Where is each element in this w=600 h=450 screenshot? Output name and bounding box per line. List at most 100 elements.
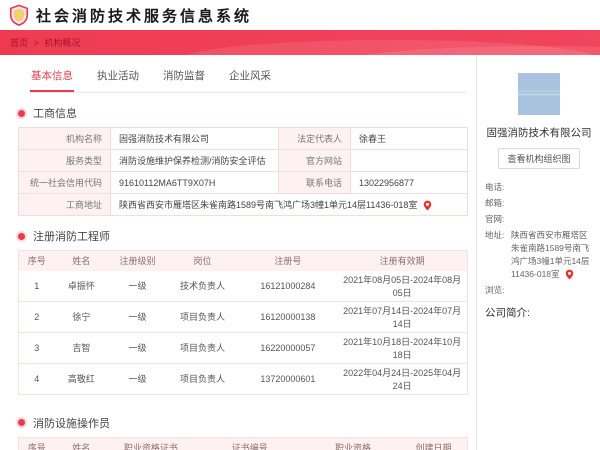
cell: 一级 — [108, 363, 167, 395]
table-row: 3 吉智 一级 项目负责人 16220000057 2021年10月18日-20… — [18, 332, 468, 364]
tab-fire-supervision[interactable]: 消防监督 — [162, 64, 206, 92]
table-row: 统一社会信用代码 91610112MA6TT9X07H 联系电话 1302295… — [18, 171, 468, 194]
cell: 项目负责人 — [166, 363, 239, 395]
tab-bar: 基本信息 执业活动 消防监督 企业风采 — [30, 55, 466, 93]
table-row: 4 高敬红 一级 项目负责人 13720000601 2022年04月24日-2… — [18, 363, 468, 395]
section-title-text: 注册消防工程师 — [33, 231, 110, 243]
info-row-email: 邮箱: — [485, 197, 593, 210]
column-header: 岗位 — [166, 250, 239, 271]
info-label: 地址: — [485, 230, 505, 240]
location-pin-icon[interactable] — [565, 269, 574, 280]
view-org-chart-button[interactable]: 查看机构组织图 — [498, 148, 580, 169]
info-label: 浏览: — [485, 285, 505, 295]
field-label: 服务类型 — [18, 149, 111, 172]
cell: 16121000284 — [238, 270, 338, 302]
section-bullet-icon — [18, 419, 25, 426]
cell: 13720000601 — [238, 363, 338, 395]
cell: 2021年10月18日-2024年10月18日 — [337, 332, 468, 364]
column-header: 注册有效期 — [337, 250, 468, 271]
operators-table: 序号 姓名 职业资格证书 证书编号 职业资格 创建日期 1 戴文强 四级/中级技… — [18, 436, 468, 450]
info-row-website: 官网: — [485, 213, 593, 226]
main-column: 基本信息 执业活动 消防监督 企业风采 工商信息 机构名称 固强消防技术有限公司… — [0, 55, 477, 450]
cell: 2021年07月14日-2024年07月14日 — [337, 301, 468, 333]
cell: 2 — [18, 301, 55, 333]
info-value — [511, 284, 593, 297]
cell: 卓振怀 — [54, 270, 109, 302]
cell: 1 — [18, 270, 55, 302]
column-header: 职业资格证书 — [108, 437, 194, 450]
breadcrumb-current: 机构概况 — [44, 38, 81, 48]
section-bullet-icon — [18, 232, 25, 240]
info-row-views: 浏览: — [485, 284, 593, 297]
table-row: 2 徐宁 一级 项目负责人 16120000138 2021年07月14日-20… — [18, 301, 468, 333]
business-info-table: 机构名称 固强消防技术有限公司 法定代表人 徐春王 服务类型 消防设施维护保养检… — [18, 127, 468, 216]
section-title-text: 工商信息 — [33, 108, 77, 120]
field-value: 13022956877 — [350, 171, 468, 194]
company-profile-label: 公司简介: — [485, 307, 530, 319]
tab-basic-info[interactable]: 基本信息 — [30, 64, 74, 92]
column-header: 序号 — [18, 437, 55, 450]
field-label: 机构名称 — [18, 127, 111, 150]
app-header: 社会消防技术服务信息系统 — [0, 0, 600, 30]
address-cell: 陕西省西安市雁塔区朱雀南路1589号南飞鸿广场3幢1单元14层11436-018… — [110, 193, 468, 216]
field-label: 法定代表人 — [278, 127, 351, 150]
location-pin-icon[interactable] — [423, 200, 432, 211]
cell: 4 — [18, 363, 55, 395]
info-value — [511, 181, 593, 194]
cell: 16220000057 — [238, 332, 338, 364]
cell: 一级 — [108, 301, 167, 333]
field-label: 统一社会信用代码 — [18, 171, 111, 194]
tab-company-showcase[interactable]: 企业风采 — [228, 64, 272, 92]
cell: 3 — [18, 332, 55, 364]
field-value: 91610112MA6TT9X07H — [110, 171, 279, 194]
info-value — [511, 213, 593, 226]
app-title: 社会消防技术服务信息系统 — [36, 7, 253, 25]
table-row: 服务类型 消防设施维护保养检测/消防安全评估 官方网站 — [18, 149, 468, 172]
field-label: 官方网站 — [278, 149, 351, 172]
column-header: 姓名 — [54, 250, 109, 271]
section-business-info: 工商信息 — [18, 105, 468, 121]
cell: 16120000138 — [238, 301, 338, 333]
cell: 一级 — [108, 332, 167, 364]
column-header: 姓名 — [54, 437, 109, 450]
engineers-table: 序号 姓名 注册级别 岗位 注册号 注册有效期 1 卓振怀 一级 技术负责人 1 — [18, 250, 468, 395]
info-row-phone: 电话: — [485, 181, 593, 194]
cell: 吉智 — [54, 332, 109, 364]
table-header-row: 序号 姓名 职业资格证书 证书编号 职业资格 创建日期 — [18, 437, 468, 450]
cell: 项目负责人 — [166, 332, 239, 364]
info-label: 电话: — [485, 182, 505, 192]
field-value — [350, 149, 468, 172]
page: 社会消防技术服务信息系统 首页 > 机构概况 基本信息 执业活动 消防监督 企业… — [0, 0, 600, 450]
cell: 一级 — [108, 270, 167, 302]
info-label: 官网: — [485, 214, 505, 224]
column-header: 注册号 — [238, 250, 338, 271]
shield-logo-icon — [9, 4, 29, 26]
column-header: 序号 — [18, 250, 55, 271]
table-row: 工商地址 陕西省西安市雁塔区朱雀南路1589号南飞鸿广场3幢1单元14层1143… — [18, 193, 468, 216]
field-label: 联系电话 — [278, 171, 351, 194]
cell: 技术负责人 — [166, 270, 239, 302]
cell: 徐宁 — [54, 301, 109, 333]
table-row: 1 卓振怀 一级 技术负责人 16121000284 2021年08月05日-2… — [18, 270, 468, 302]
content: 基本信息 执业活动 消防监督 企业风采 工商信息 机构名称 固强消防技术有限公司… — [0, 55, 600, 450]
section-title-text: 消防设施操作员 — [33, 417, 110, 430]
section-engineers: 注册消防工程师 — [18, 228, 468, 244]
info-value: 陕西省西安市雁塔区朱雀南路1589号南飞鸿广场3幢1单元14层11436-018… — [511, 229, 593, 281]
field-value: 固强消防技术有限公司 — [110, 127, 279, 150]
column-header: 职业资格 — [305, 437, 401, 450]
field-value: 徐春王 — [350, 127, 468, 150]
field-label: 工商地址 — [18, 193, 111, 216]
address-text: 陕西省西安市雁塔区朱雀南路1589号南飞鸿广场3幢1单元14层11436-018… — [119, 199, 418, 210]
field-value: 消防设施维护保养检测/消防安全评估 — [110, 149, 279, 172]
column-header: 创建日期 — [400, 437, 468, 450]
company-photo — [518, 73, 560, 115]
breadcrumb: 首页 > 机构概况 — [10, 36, 80, 49]
tab-practice-activity[interactable]: 执业活动 — [96, 64, 140, 92]
breadcrumb-home-link[interactable]: 首页 — [10, 38, 28, 48]
sidebar-address-text: 陕西省西安市雁塔区朱雀南路1589号南飞鸿广场3幢1单元14层11436-018… — [511, 230, 590, 279]
company-name: 固强消防技术有限公司 — [486, 127, 592, 139]
cell: 高敬红 — [54, 363, 109, 395]
banner: 首页 > 机构概况 — [0, 30, 600, 55]
table-header-row: 序号 姓名 注册级别 岗位 注册号 注册有效期 — [18, 250, 468, 271]
cell: 项目负责人 — [166, 301, 239, 333]
